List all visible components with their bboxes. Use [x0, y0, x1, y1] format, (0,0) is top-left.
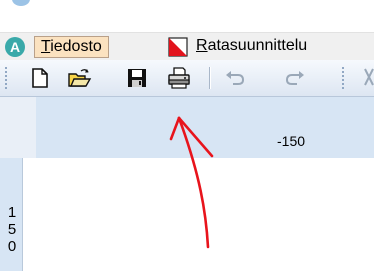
- toolbar-next-button[interactable]: [352, 65, 374, 91]
- menu-item-label: atasuunnittelu: [207, 37, 308, 54]
- horizontal-ruler: [36, 97, 374, 122]
- ruler-corner: [0, 97, 36, 122]
- redo-icon: [285, 71, 304, 85]
- toolbar-grip[interactable]: [341, 66, 345, 90]
- undo-button[interactable]: [222, 65, 248, 91]
- toolbar-separator: [209, 67, 210, 89]
- menu-item-tiedosto[interactable]: Tiedosto: [34, 36, 109, 58]
- title-bar: [0, 0, 374, 32]
- horizontal-ruler-labels: [36, 121, 374, 159]
- drawing-canvas[interactable]: [23, 158, 374, 271]
- vertical-ruler-digit: 0: [7, 238, 17, 255]
- app-window: A Tiedosto Ratasuunnittelu -150 1 5 0: [0, 0, 374, 271]
- undo-icon: [226, 71, 245, 85]
- vertical-ruler-tick-label: 150: [6, 204, 18, 255]
- open-button[interactable]: [66, 65, 92, 91]
- print-icon: [168, 67, 190, 89]
- ruler-tick-label: -150: [277, 133, 306, 149]
- save-icon: [128, 69, 146, 87]
- print-button[interactable]: [166, 65, 192, 91]
- menu-bar: A Tiedosto Ratasuunnittelu: [0, 32, 374, 61]
- vertical-ruler-digit: 5: [7, 221, 17, 238]
- open-folder-icon: [68, 69, 92, 87]
- ruler-corner: [0, 121, 36, 159]
- cut-icon: [364, 68, 374, 86]
- title-icon: [12, 0, 30, 6]
- vertical-ruler-digit: 1: [7, 204, 17, 221]
- rail-design-icon: [168, 37, 188, 57]
- redo-button[interactable]: [282, 65, 308, 91]
- menu-mnemonic: T: [41, 38, 51, 55]
- app-icon[interactable]: A: [5, 37, 25, 57]
- toolbar: [0, 60, 374, 97]
- menu-mnemonic: R: [196, 37, 208, 54]
- menu-item-ratasuunnittelu[interactable]: Ratasuunnittelu: [190, 36, 313, 56]
- save-button[interactable]: [124, 65, 150, 91]
- new-button[interactable]: [26, 65, 52, 91]
- new-document-icon: [32, 68, 48, 88]
- menu-item-label: iedosto: [50, 38, 102, 55]
- toolbar-grip[interactable]: [4, 66, 8, 90]
